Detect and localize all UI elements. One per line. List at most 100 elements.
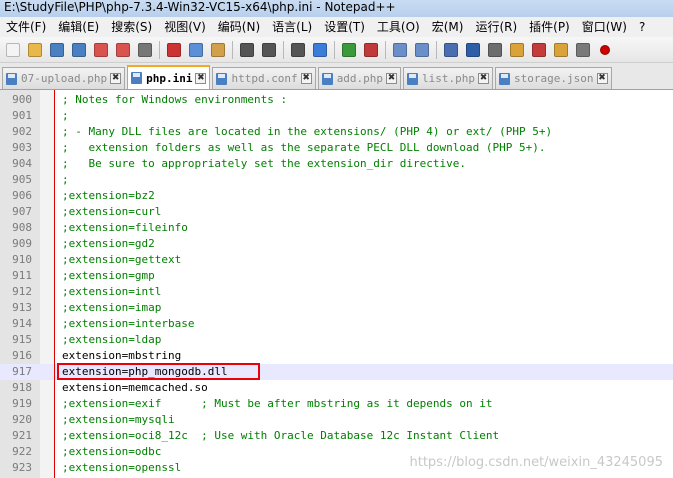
close-all-icon[interactable] [114,41,132,59]
code-text: ;extension=interbase [62,317,195,330]
code-line[interactable]: 900 ; Notes for Windows environments : [0,92,673,108]
indent-guide-icon[interactable] [486,41,504,59]
close-tab-icon[interactable]: ✖ [596,73,608,84]
new-file-icon[interactable] [4,41,22,59]
code-line[interactable]: 918 extension=memcached.so [0,380,673,396]
zoom-in-icon[interactable] [340,41,358,59]
undo-icon[interactable] [238,41,256,59]
menu-item[interactable]: 宏(M) [426,17,470,37]
code-line[interactable]: 908 ;extension=fileinfo [0,220,673,236]
code-line[interactable]: 905; [0,172,673,188]
menu-item[interactable]: 运行(R) [469,17,523,37]
line-number: 903 [12,141,32,154]
folder-icon[interactable] [552,41,570,59]
paste-icon[interactable] [209,41,227,59]
monitor-icon[interactable] [574,41,592,59]
line-number: 912 [12,285,32,298]
code-line[interactable]: 907 ;extension=curl [0,204,673,220]
code-line[interactable]: 904 ; Be sure to appropriately set the ex… [0,156,673,172]
menu-bar: 文件(F) 编辑(E) 搜索(S) 视图(V) 编码(N) 语言(L) 设置(T) 工具(O)… [0,17,673,37]
menu-item[interactable]: 搜索(S) [105,17,158,37]
code-line[interactable]: 906 ;extension=bz2 [0,188,673,204]
code-line[interactable]: 910 ;extension=gettext [0,252,673,268]
code-line[interactable]: 911 ;extension=gmp [0,268,673,284]
tab-httpd-conf[interactable]: httpd.conf ✖ [212,67,316,89]
code-text: ;extension=gmp [62,269,155,282]
save-icon[interactable] [48,41,66,59]
menu-item[interactable]: 工具(O) [371,17,426,37]
close-tab-icon[interactable]: ✖ [110,73,122,84]
line-number: 907 [12,205,32,218]
menu-item[interactable]: 窗口(W) [576,17,633,37]
line-number: 916 [12,349,32,362]
word-wrap-icon[interactable] [442,41,460,59]
watermark: https://blog.csdn.net/weixin_43245095 [409,455,663,470]
code-line[interactable]: 916 extension=mbstring [0,348,673,364]
file-save-state-icon [131,72,143,84]
redo-icon[interactable] [260,41,278,59]
tab-bar: 07-upload.php ✖ php.ini ✖ httpd.conf ✖ add.php… [0,63,673,90]
code-text: ;extension=oci8_12c ; Use with Oracle Da… [62,429,500,442]
line-number: 915 [12,333,32,346]
code-line[interactable]: 921 ;extension=oci8_12c ; Use with Oracle… [0,428,673,444]
open-file-icon[interactable] [26,41,44,59]
sync-v-icon[interactable] [391,41,409,59]
code-line[interactable]: 912 ;extension=intl [0,284,673,300]
close-icon[interactable] [92,41,110,59]
code-line[interactable]: 902 ; - Many DLL files are located in the… [0,124,673,140]
code-line[interactable]: 915 ;extension=ldap [0,332,673,348]
line-number: 918 [12,381,32,394]
menu-item[interactable]: 编码(N) [212,17,266,37]
close-tab-icon[interactable]: ✖ [478,73,490,84]
sync-h-icon[interactable] [413,41,431,59]
code-line[interactable]: 913 ;extension=imap [0,300,673,316]
copy-icon[interactable] [187,41,205,59]
editor-pane[interactable]: 900 ; Notes for Windows environments : 901… [0,90,673,478]
menu-item[interactable]: 语言(L) [266,17,318,37]
tab-label: storage.json [514,72,594,85]
menu-item[interactable]: 文件(F) [0,17,52,37]
all-chars-icon[interactable] [464,41,482,59]
close-tab-icon[interactable]: ✖ [300,73,312,84]
print-icon[interactable] [136,41,154,59]
line-number: 913 [12,301,32,314]
code-line[interactable]: 914 ;extension=interbase [0,316,673,332]
menu-item[interactable]: 编辑(E) [52,17,105,37]
code-line[interactable]: 919 ;extension=exif ; Must be after mbstr… [0,396,673,412]
window-title-bar: E:\StudyFile\PHP\php-7.3.4-Win32-VC15-x6… [0,0,673,17]
record-icon[interactable] [596,41,614,59]
save-all-icon[interactable] [70,41,88,59]
tab-storage-json[interactable]: storage.json ✖ [495,67,612,89]
code-text: ;extension=imap [62,301,162,314]
menu-item[interactable]: 插件(P) [523,17,576,37]
file-save-state-icon [321,72,333,85]
code-text: ; - Many DLL files are located in the ex… [62,125,553,138]
close-tab-icon[interactable]: ✖ [386,73,398,84]
doc-map-icon[interactable] [508,41,526,59]
line-number: 919 [12,397,32,410]
tab-label: php.ini [146,71,193,85]
tab-07-upload-php[interactable]: 07-upload.php ✖ [2,67,126,89]
code-line[interactable]: 920 ;extension=mysqli [0,412,673,428]
code-line[interactable]: 901; [0,108,673,124]
tab-php-ini[interactable]: php.ini ✖ [127,65,211,89]
menu-item[interactable]: ? [633,17,651,37]
code-line[interactable]: 903 ; extension folders as well as the se… [0,140,673,156]
code-line[interactable]: 909 ;extension=gd2 [0,236,673,252]
tab-add-php[interactable]: add.php ✖ [317,67,402,89]
tab-label: add.php [336,72,384,85]
function-list-icon[interactable] [530,41,548,59]
replace-icon[interactable] [311,41,329,59]
line-number: 922 [12,445,32,458]
zoom-out-icon[interactable] [362,41,380,59]
code-text: extension=mbstring [62,349,182,362]
menu-item[interactable]: 视图(V) [158,17,212,37]
cut-icon[interactable] [165,41,183,59]
code-text: ;extension=mysqli [62,413,175,426]
menu-item[interactable]: 设置(T) [318,17,371,37]
find-icon[interactable] [289,41,307,59]
toolbar-separator [283,40,284,59]
tab-list-php[interactable]: list.php ✖ [403,67,494,89]
close-tab-icon[interactable]: ✖ [195,72,207,84]
toolbar-separator [334,40,335,59]
